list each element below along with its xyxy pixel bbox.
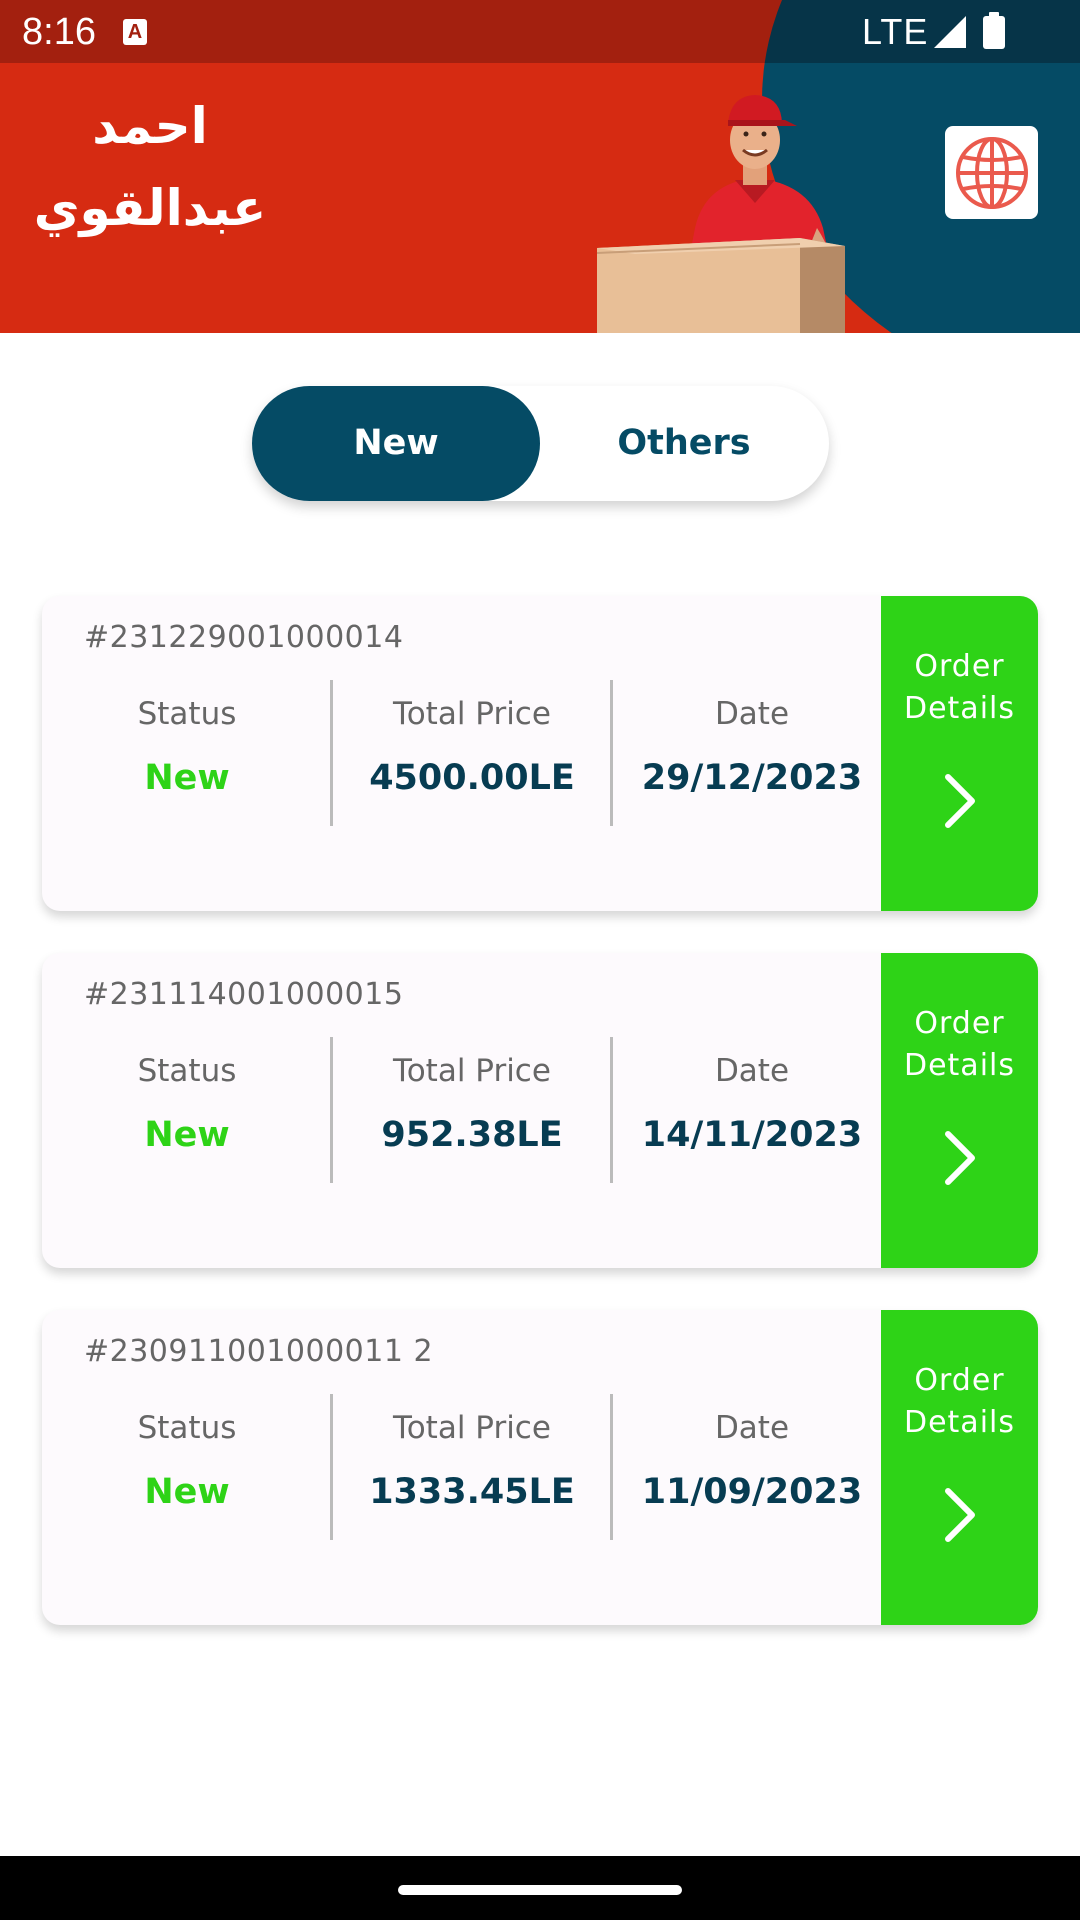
order-number: #231229001000014 [84,620,404,655]
date-value: 11/09/2023 [641,1472,863,1512]
order-card: #231229001000014 Status New Total Price … [42,596,1038,911]
tab-others[interactable]: Others [540,386,828,501]
courier-illustration [596,95,845,333]
price-label: Total Price [393,1053,551,1089]
order-details-label: Order Details [903,1363,1015,1440]
status-value: New [144,1115,230,1155]
price-value: 1333.45LE [369,1472,575,1512]
order-details-button[interactable]: Order Details [881,596,1038,911]
price-value: 952.38LE [381,1115,563,1155]
order-date: Date 11/09/2023 [612,1394,892,1540]
status-time: 8:16 [22,11,96,53]
status-label: Status [137,696,237,732]
order-filter-tabs: New Others [252,386,829,501]
order-date: Date 14/11/2023 [612,1037,892,1183]
globe-icon [955,136,1028,209]
order-details-button[interactable]: Order Details [881,953,1038,1268]
date-label: Date [714,1053,790,1089]
user-last-name: عبدالقوي [33,179,267,237]
order-card: #230911001000011 2 Status New Total Pric… [42,1310,1038,1625]
status-label: Status [137,1053,237,1089]
system-nav-bar [0,1856,1080,1920]
order-details-label: Order Details [903,1006,1015,1083]
date-value: 14/11/2023 [641,1115,863,1155]
price-label: Total Price [393,1410,551,1446]
chevron-right-icon [945,1131,975,1185]
status-value: New [144,758,230,798]
signal-icon [934,16,966,48]
date-value: 29/12/2023 [641,758,863,798]
date-label: Date [714,1410,790,1446]
home-indicator[interactable] [398,1885,682,1895]
status-label: Status [137,1410,237,1446]
chevron-right-icon [945,1488,975,1542]
order-details-label: Order Details [903,649,1015,726]
order-total-price: Total Price 4500.00LE [332,680,612,826]
order-status: Status New [42,680,332,826]
status-value: New [144,1472,230,1512]
order-number: #230911001000011 2 [84,1334,434,1369]
battery-icon [983,12,1005,49]
order-status: Status New [42,1037,332,1183]
status-bar: 8:16 A LTE [0,0,1080,63]
price-value: 4500.00LE [369,758,575,798]
user-name: احمد عبدالقوي [20,85,280,249]
order-card: #231114001000015 Status New Total Price … [42,953,1038,1268]
a-icon: A [123,19,147,45]
language-button[interactable] [945,126,1038,219]
network-type: LTE [862,11,929,52]
date-label: Date [714,696,790,732]
order-total-price: Total Price 952.38LE [332,1037,612,1183]
order-status: Status New [42,1394,332,1540]
user-first-name: احمد [92,97,208,155]
price-label: Total Price [393,696,551,732]
order-total-price: Total Price 1333.45LE [332,1394,612,1540]
order-number: #231114001000015 [84,977,404,1012]
chevron-right-icon [945,774,975,828]
profile-header: احمد عبدالقوي [0,63,1080,333]
order-details-button[interactable]: Order Details [881,1310,1038,1625]
tab-new[interactable]: New [252,386,540,501]
order-date: Date 29/12/2023 [612,680,892,826]
